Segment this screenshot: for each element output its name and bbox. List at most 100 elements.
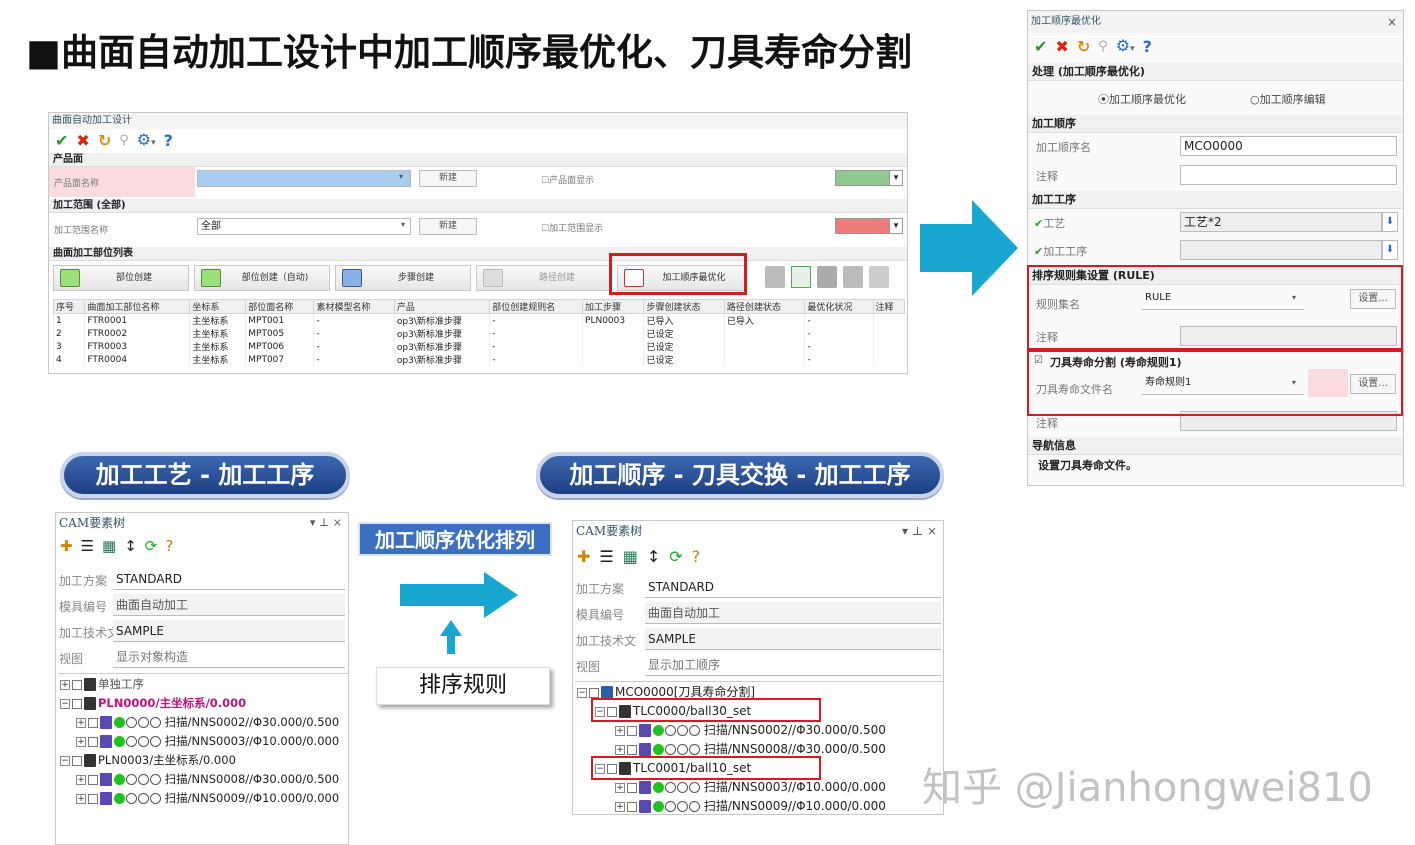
arrow-down-icon[interactable]: ⬇: [1382, 240, 1398, 260]
undo-icon[interactable]: ↻: [1077, 37, 1090, 57]
refresh-icon[interactable]: [791, 266, 811, 288]
tree-node[interactable]: + 扫描/NNS0002//Φ30.000/0.500: [615, 721, 886, 739]
check-icon: ✔: [1034, 217, 1044, 230]
table-header[interactable]: 素材模型名称: [313, 299, 395, 314]
table-header[interactable]: 部位创建规则名: [489, 299, 584, 314]
extra-tool-icons[interactable]: [765, 266, 901, 290]
highlight-tlc0001: [591, 756, 821, 780]
tool-note-label: 注释: [1036, 417, 1058, 430]
table-icon[interactable]: ▦: [623, 547, 638, 566]
close-icon[interactable]: ×: [1387, 11, 1397, 33]
tree-node[interactable]: + 扫描/NNS0003//Φ10.000/0.000: [615, 778, 886, 796]
tree-node[interactable]: + 扫描/NNS0003//Φ10.000/0.000: [76, 732, 339, 750]
table-cell: FTR0001: [84, 313, 190, 327]
order-name-input[interactable]: MCO0000: [1180, 136, 1397, 156]
chevron-down-icon[interactable]: ▾: [401, 220, 405, 229]
table-header[interactable]: 注释: [872, 299, 906, 314]
tree-node[interactable]: + 扫描/NNS0008//Φ30.000/0.500: [76, 770, 339, 788]
arrow-down-icon[interactable]: ⬇: [1382, 212, 1398, 232]
new-product-button[interactable]: 新建: [419, 170, 477, 187]
add-icon[interactable]: ✚: [60, 537, 73, 555]
gear-icon[interactable]: ⚙▾: [1116, 36, 1135, 59]
table-header[interactable]: 序号: [52, 299, 86, 314]
op-select[interactable]: [1180, 240, 1382, 260]
help-icon[interactable]: ?: [164, 131, 173, 151]
add-icon[interactable]: ✚: [577, 547, 590, 566]
search-icon[interactable]: ⚲: [1098, 37, 1108, 57]
clear-icon[interactable]: [869, 266, 889, 288]
chevron-down-icon[interactable]: ▾: [889, 170, 903, 186]
list-icon[interactable]: ☰: [81, 537, 94, 555]
table-cell: -: [804, 353, 874, 366]
table-row[interactable]: 3 FTR0003 主坐标系 MPT006- op3\新标准步骤 - 已设定 -: [52, 340, 905, 353]
table-icon[interactable]: ▦: [102, 537, 116, 555]
list-icon[interactable]: ☰: [599, 547, 613, 566]
order-note-input[interactable]: [1180, 165, 1397, 185]
watermark: 知乎 @Jianhongwei810: [922, 765, 1373, 811]
table-header[interactable]: 加工步骤: [582, 299, 645, 314]
cam-right-header: CAM要素树 ▾ ⊥ ×: [573, 521, 943, 541]
pin-icon[interactable]: ▾ ⊥ ×: [902, 521, 937, 541]
process-select[interactable]: 工艺*2: [1180, 212, 1382, 232]
close-icon[interactable]: ✖: [76, 131, 89, 151]
search-icon[interactable]: ⚲: [119, 131, 129, 151]
table-row[interactable]: 1 FTR0001 主坐标系 MPT001- op3\新标准步骤 - PLN0003 已导入已…: [52, 313, 905, 327]
check-icon[interactable]: ✔: [55, 131, 68, 151]
table-row[interactable]: 4 FTR0004 主坐标系 MPT007- op3\新标准步骤 - 已设定 -: [52, 353, 905, 366]
help-icon[interactable]: ?: [165, 537, 173, 555]
help-icon[interactable]: ?: [692, 547, 701, 566]
product-name-input[interactable]: [197, 170, 411, 187]
part-create-button[interactable]: 部位创建: [53, 265, 189, 291]
range-select[interactable]: 全部: [197, 218, 411, 235]
radio-edit[interactable]: ○加工顺序编辑: [1250, 91, 1326, 107]
part-table: 序号 曲面加工部位名称 坐标系 部位面名称 素材模型名称 产品 部位创建规则名 加工步骤 步骤创…: [52, 299, 906, 366]
gear-icon[interactable]: ⚙▾: [137, 130, 156, 153]
edit-icon[interactable]: [817, 266, 837, 288]
path-create-button[interactable]: 路径创建: [476, 265, 612, 291]
tree-node[interactable]: + 扫描/NNS0009//Φ10.000/0.000: [76, 789, 339, 807]
tree-node[interactable]: + 扫描/NNS0002//Φ30.000/0.500: [76, 713, 339, 731]
copy-icon[interactable]: [765, 266, 785, 288]
table-cell: MPT005: [245, 327, 314, 340]
tree-node[interactable]: − PLN0000/主坐标系/0.000: [60, 694, 246, 712]
table-cell: op3\新标准步骤: [393, 353, 490, 366]
table-header[interactable]: 路径创建状态: [723, 299, 806, 314]
range-display-label: 加工范围显示: [549, 224, 604, 234]
sort-icon[interactable]: ↕: [647, 547, 660, 566]
table-header[interactable]: 曲面加工部位名称: [84, 299, 191, 314]
table-header[interactable]: 坐标系: [189, 299, 247, 314]
arrow-right-small: [400, 572, 518, 618]
product-display-checkbox[interactable]: ☐产品面显示: [541, 173, 594, 186]
cam-right-field-view: 视图 显示加工顺序: [573, 653, 943, 678]
table-header[interactable]: 部位面名称: [245, 299, 315, 314]
table-row[interactable]: 2 FTR0002 主坐标系 MPT005- op3\新标准步骤 - 已设定 -: [52, 327, 905, 340]
step-create-button[interactable]: 步骤创建: [335, 265, 471, 291]
table-cell: [723, 327, 805, 340]
table-header[interactable]: 步骤创建状态: [643, 299, 725, 314]
table-cell: FTR0002: [84, 327, 190, 340]
radio-optimize[interactable]: ⦿加工顺序最优化: [1098, 91, 1186, 107]
tree-node[interactable]: + 单独工序: [60, 675, 144, 693]
table-header[interactable]: 产品: [393, 299, 491, 314]
close-icon[interactable]: ✖: [1055, 37, 1068, 57]
chevron-down-icon[interactable]: ▾: [889, 218, 903, 234]
op-label: ✔加工工序: [1034, 245, 1088, 258]
delete-icon[interactable]: [843, 266, 863, 288]
tree-node[interactable]: − PLN0003/主坐标系/0.000: [60, 751, 236, 769]
table-header[interactable]: 最优化状况: [804, 299, 874, 314]
cam-left-field-plan: 加工方案 STANDARD: [56, 567, 348, 592]
undo-icon[interactable]: ↻: [98, 131, 111, 151]
new-range-button[interactable]: 新建: [419, 218, 477, 235]
cam-right-field-plan: 加工方案 STANDARD: [573, 575, 943, 600]
sort-icon[interactable]: ↕: [124, 537, 137, 555]
section-order: 加工顺序: [1028, 115, 1403, 133]
refresh-icon[interactable]: ⟳: [145, 537, 158, 555]
tree-node[interactable]: + 扫描/NNS0009//Φ10.000/0.000: [615, 797, 886, 814]
part-create-auto-button[interactable]: 部位创建（自动): [194, 265, 330, 291]
help-icon[interactable]: ?: [1143, 37, 1152, 57]
check-icon[interactable]: ✔: [1034, 37, 1047, 57]
chevron-down-icon[interactable]: ▾: [399, 172, 403, 181]
refresh-icon[interactable]: ⟳: [669, 547, 682, 566]
pin-icon[interactable]: ▾ ⊥ ×: [310, 513, 342, 533]
range-display-checkbox[interactable]: ☐加工范围显示: [541, 221, 603, 234]
